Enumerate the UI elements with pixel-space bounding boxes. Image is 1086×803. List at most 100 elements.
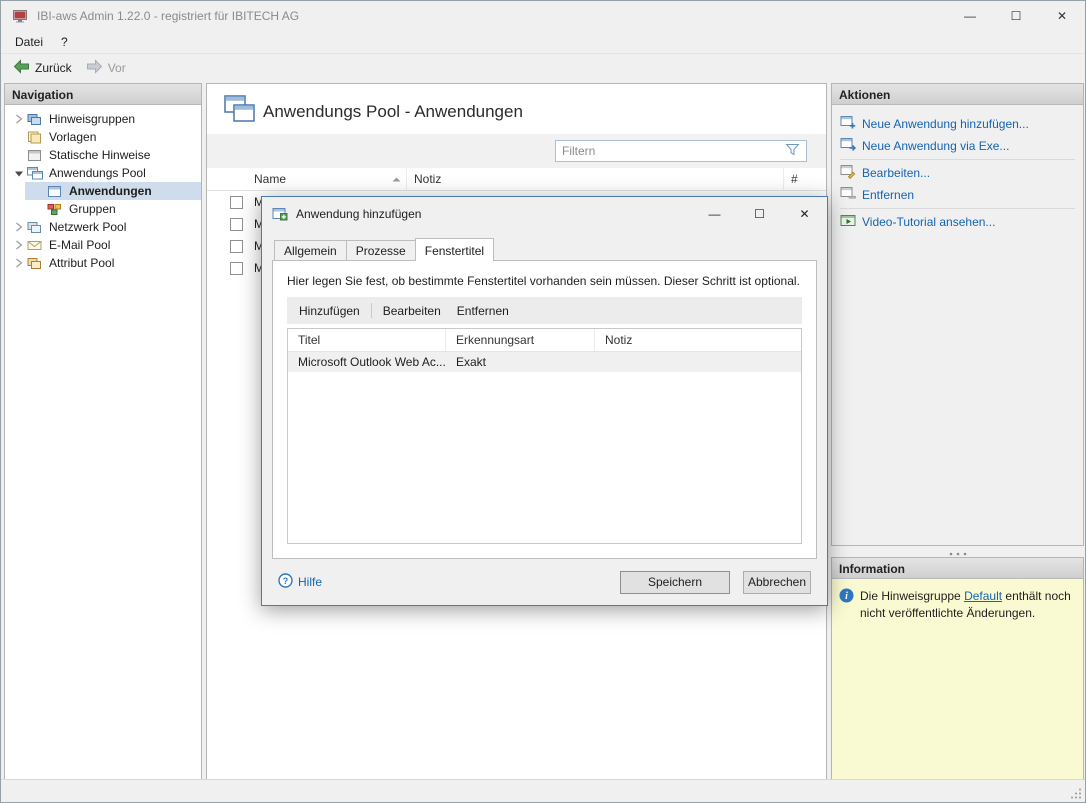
- column-label: Titel: [298, 333, 320, 347]
- window-titles-table-header: Titel Erkennungsart Notiz: [288, 329, 801, 352]
- edit-icon: [840, 164, 856, 182]
- column-header-erkennungsart[interactable]: Erkennungsart: [446, 329, 595, 351]
- window-titles-table: Titel Erkennungsart Notiz Microsoft Outl…: [287, 328, 802, 544]
- column-label: Notiz: [605, 333, 632, 347]
- dialog-close-button[interactable]: ✕: [782, 197, 827, 230]
- column-label: Erkennungsart: [456, 333, 534, 347]
- titlebar: IBI-aws Admin 1.22.0 - registriert für I…: [1, 1, 1085, 31]
- nav-item-hinweisgruppen[interactable]: Hinweisgruppen: [5, 110, 201, 128]
- column-header-name[interactable]: Name: [207, 168, 407, 190]
- nav-item-attribut-pool[interactable]: Attribut Pool: [5, 254, 201, 272]
- nav-item-anwendungen[interactable]: Anwendungen: [25, 182, 201, 200]
- nav-item-email-pool[interactable]: E-Mail Pool: [5, 236, 201, 254]
- cell-notiz: [595, 352, 801, 372]
- navigation-tree: Hinweisgruppen Vorlagen Statische Hinwei…: [5, 105, 201, 272]
- table-header: Name Notiz #: [207, 168, 826, 191]
- row-checkbox[interactable]: [230, 240, 243, 253]
- dialog-footer: ? Hilfe Speichern Abbrechen: [262, 559, 827, 605]
- sort-ascending-icon: [392, 177, 401, 182]
- back-button[interactable]: Zurück: [6, 56, 79, 80]
- dialog-minimize-button[interactable]: —: [692, 197, 737, 230]
- forward-arrow-icon: [86, 59, 103, 77]
- panel-splitter[interactable]: [831, 546, 1084, 557]
- nav-item-label: Gruppen: [66, 202, 116, 216]
- save-button[interactable]: Speichern: [620, 571, 730, 594]
- column-header-titel[interactable]: Titel: [288, 329, 446, 351]
- minimize-icon: —: [964, 9, 976, 23]
- window-title: IBI-aws Admin 1.22.0 - registriert für I…: [37, 9, 299, 23]
- close-icon: ✕: [799, 207, 809, 221]
- forward-button[interactable]: Vor: [79, 56, 133, 80]
- dialog-titlebar: Anwendung hinzufügen — ☐ ✕: [262, 197, 827, 230]
- filter-strip: [207, 134, 826, 168]
- minimize-button[interactable]: —: [947, 1, 993, 31]
- action-new-application-via-exe[interactable]: Neue Anwendung via Exe...: [832, 135, 1083, 157]
- chevron-right-icon[interactable]: [10, 114, 27, 124]
- add-title-button[interactable]: Hinzufügen: [291, 300, 368, 322]
- resize-grip-icon[interactable]: [1070, 787, 1082, 799]
- action-edit[interactable]: Bearbeiten...: [832, 162, 1083, 184]
- maximize-button[interactable]: ☐: [993, 1, 1039, 31]
- nav-item-label: Anwendungen: [66, 184, 152, 198]
- chevron-down-icon[interactable]: [10, 169, 27, 178]
- column-label: #: [791, 172, 798, 186]
- close-button[interactable]: ✕: [1039, 1, 1085, 31]
- filter-input[interactable]: [562, 144, 785, 158]
- nav-item-anwendungs-pool[interactable]: Anwendungs Pool: [5, 164, 201, 182]
- dialog-description: Hier legen Sie fest, ob bestimmte Fenste…: [287, 274, 802, 288]
- column-label: Notiz: [414, 172, 441, 186]
- menu-help[interactable]: ?: [52, 32, 77, 52]
- cancel-button[interactable]: Abbrechen: [743, 571, 811, 594]
- cell-titel: Microsoft Outlook Web Ac...: [288, 352, 446, 372]
- tab-allgemein[interactable]: Allgemein: [274, 240, 347, 260]
- chevron-right-icon[interactable]: [10, 240, 27, 250]
- column-header-notiz[interactable]: Notiz: [407, 168, 784, 190]
- action-new-application[interactable]: Neue Anwendung hinzufügen...: [832, 113, 1083, 135]
- anwendungs-pool-icon: [27, 167, 46, 180]
- action-remove[interactable]: Entfernen: [832, 184, 1083, 206]
- hinweisgruppen-icon: [27, 113, 46, 126]
- action-label: Bearbeiten...: [862, 166, 930, 180]
- applications-header-icon: [224, 95, 256, 126]
- tab-prozesse[interactable]: Prozesse: [346, 240, 416, 260]
- email-pool-icon: [27, 239, 46, 252]
- remove-title-button[interactable]: Entfernen: [449, 300, 517, 322]
- action-video-tutorial[interactable]: Video-Tutorial ansehen...: [832, 211, 1083, 233]
- new-application-exe-icon: [840, 137, 856, 155]
- nav-item-label: Statische Hinweise: [46, 148, 150, 162]
- help-link[interactable]: ? Hilfe: [278, 573, 322, 591]
- dialog-toolbar: Hinzufügen Bearbeiten Entfernen: [287, 297, 802, 324]
- back-arrow-icon: [13, 59, 30, 77]
- action-label: Neue Anwendung via Exe...: [862, 139, 1009, 153]
- column-header-notiz[interactable]: Notiz: [595, 329, 801, 351]
- default-group-link[interactable]: Default: [964, 589, 1002, 603]
- row-checkbox[interactable]: [230, 196, 243, 209]
- nav-item-netzwerk-pool[interactable]: Netzwerk Pool: [5, 218, 201, 236]
- row-checkbox[interactable]: [230, 218, 243, 231]
- menu-datei[interactable]: Datei: [6, 32, 52, 52]
- dialog-maximize-button[interactable]: ☐: [737, 197, 782, 230]
- toolbar: Zurück Vor: [1, 53, 1085, 81]
- chevron-right-icon[interactable]: [10, 258, 27, 268]
- funnel-icon[interactable]: [785, 143, 800, 159]
- action-label: Entfernen: [862, 188, 914, 202]
- table-row[interactable]: Microsoft Outlook Web Ac... Exakt: [288, 352, 801, 372]
- netzwerk-pool-icon: [27, 221, 46, 234]
- info-circle-icon: i: [839, 588, 854, 606]
- nav-item-gruppen[interactable]: Gruppen: [25, 200, 201, 218]
- back-label: Zurück: [35, 61, 72, 75]
- tab-fenstertitel[interactable]: Fenstertitel: [415, 238, 494, 261]
- separator: [840, 208, 1075, 209]
- nav-item-vorlagen[interactable]: Vorlagen: [5, 128, 201, 146]
- edit-title-button[interactable]: Bearbeiten: [375, 300, 449, 322]
- page-title: Anwendungs Pool - Anwendungen: [263, 102, 523, 122]
- nav-item-statische-hinweise[interactable]: Statische Hinweise: [5, 146, 201, 164]
- information-panel: Information i Die Hinweisgruppe Default …: [831, 557, 1084, 780]
- row-checkbox[interactable]: [230, 262, 243, 275]
- chevron-right-icon[interactable]: [10, 222, 27, 232]
- nav-item-label: Attribut Pool: [46, 256, 114, 270]
- nav-item-label: Anwendungs Pool: [46, 166, 146, 180]
- column-header-count[interactable]: #: [784, 168, 826, 190]
- remove-icon: [840, 186, 856, 204]
- dialog-tab-page: Hier legen Sie fest, ob bestimmte Fenste…: [272, 260, 817, 559]
